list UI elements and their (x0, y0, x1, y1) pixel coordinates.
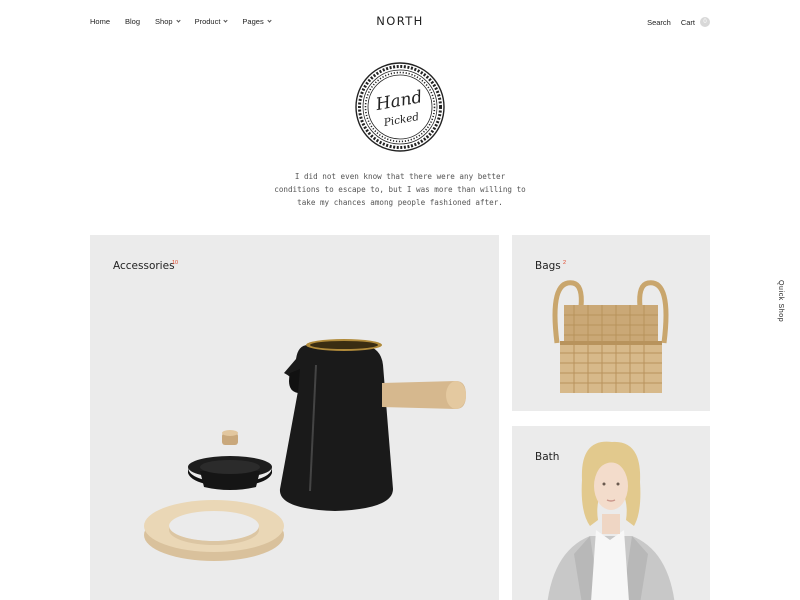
category-title: Accessories (113, 260, 175, 272)
category-count: 2 (563, 260, 567, 266)
intro-text: I did not even know that there were any … (260, 170, 540, 209)
intro-line-2: conditions to escape to, but I was more … (274, 185, 526, 194)
hand-picked-badge: Hand Picked (355, 62, 445, 152)
utility-nav: Search Cart 0 (637, 17, 710, 27)
category-tile-bags[interactable]: Bags 2 (512, 235, 710, 411)
category-tile-accessories[interactable]: Accessories 10 (90, 235, 499, 600)
quick-shop-tab[interactable]: Quick Shop (774, 280, 794, 330)
quick-shop-label: Quick Shop (777, 280, 784, 323)
teapot-set-image (144, 339, 466, 561)
category-tile-bath[interactable]: Bath (512, 426, 710, 600)
intro-line-1: I did not even know that there were any … (294, 172, 506, 181)
category-count: 10 (172, 260, 179, 266)
search-link[interactable]: Search (647, 18, 671, 27)
intro-line-3: take my chances among people fashioned a… (297, 198, 503, 207)
category-title: Bags (535, 260, 561, 272)
category-title: Bath (535, 451, 560, 463)
cart-count-badge: 0 (700, 17, 710, 27)
cart-label: Cart (680, 17, 695, 27)
site-header: Home Blog Shop Product Pages NORTH Searc… (0, 0, 800, 44)
cart-link[interactable]: Cart 0 (681, 17, 710, 27)
search-label: Search (647, 17, 671, 27)
